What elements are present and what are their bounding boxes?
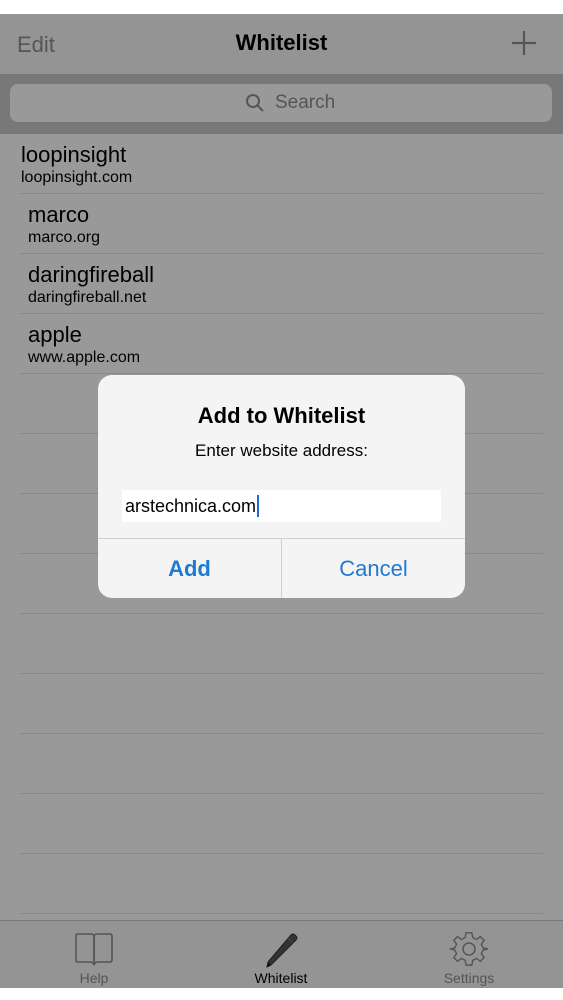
text-caret — [257, 495, 260, 517]
website-address-input[interactable]: arstechnica.com — [122, 490, 441, 522]
add-to-whitelist-dialog: Add to Whitelist Enter website address: … — [98, 375, 465, 598]
website-address-value: arstechnica.com — [125, 495, 257, 516]
dialog-message: Enter website address: — [195, 441, 368, 460]
add-button[interactable]: Add — [98, 539, 281, 598]
dialog-title: Add to Whitelist — [197, 403, 366, 428]
top-strip — [0, 0, 563, 14]
cancel-button[interactable]: Cancel — [282, 539, 465, 598]
screen: Edit Whitelist Search loopinsight loopin… — [0, 0, 563, 1000]
bottom-strip — [0, 988, 563, 1000]
